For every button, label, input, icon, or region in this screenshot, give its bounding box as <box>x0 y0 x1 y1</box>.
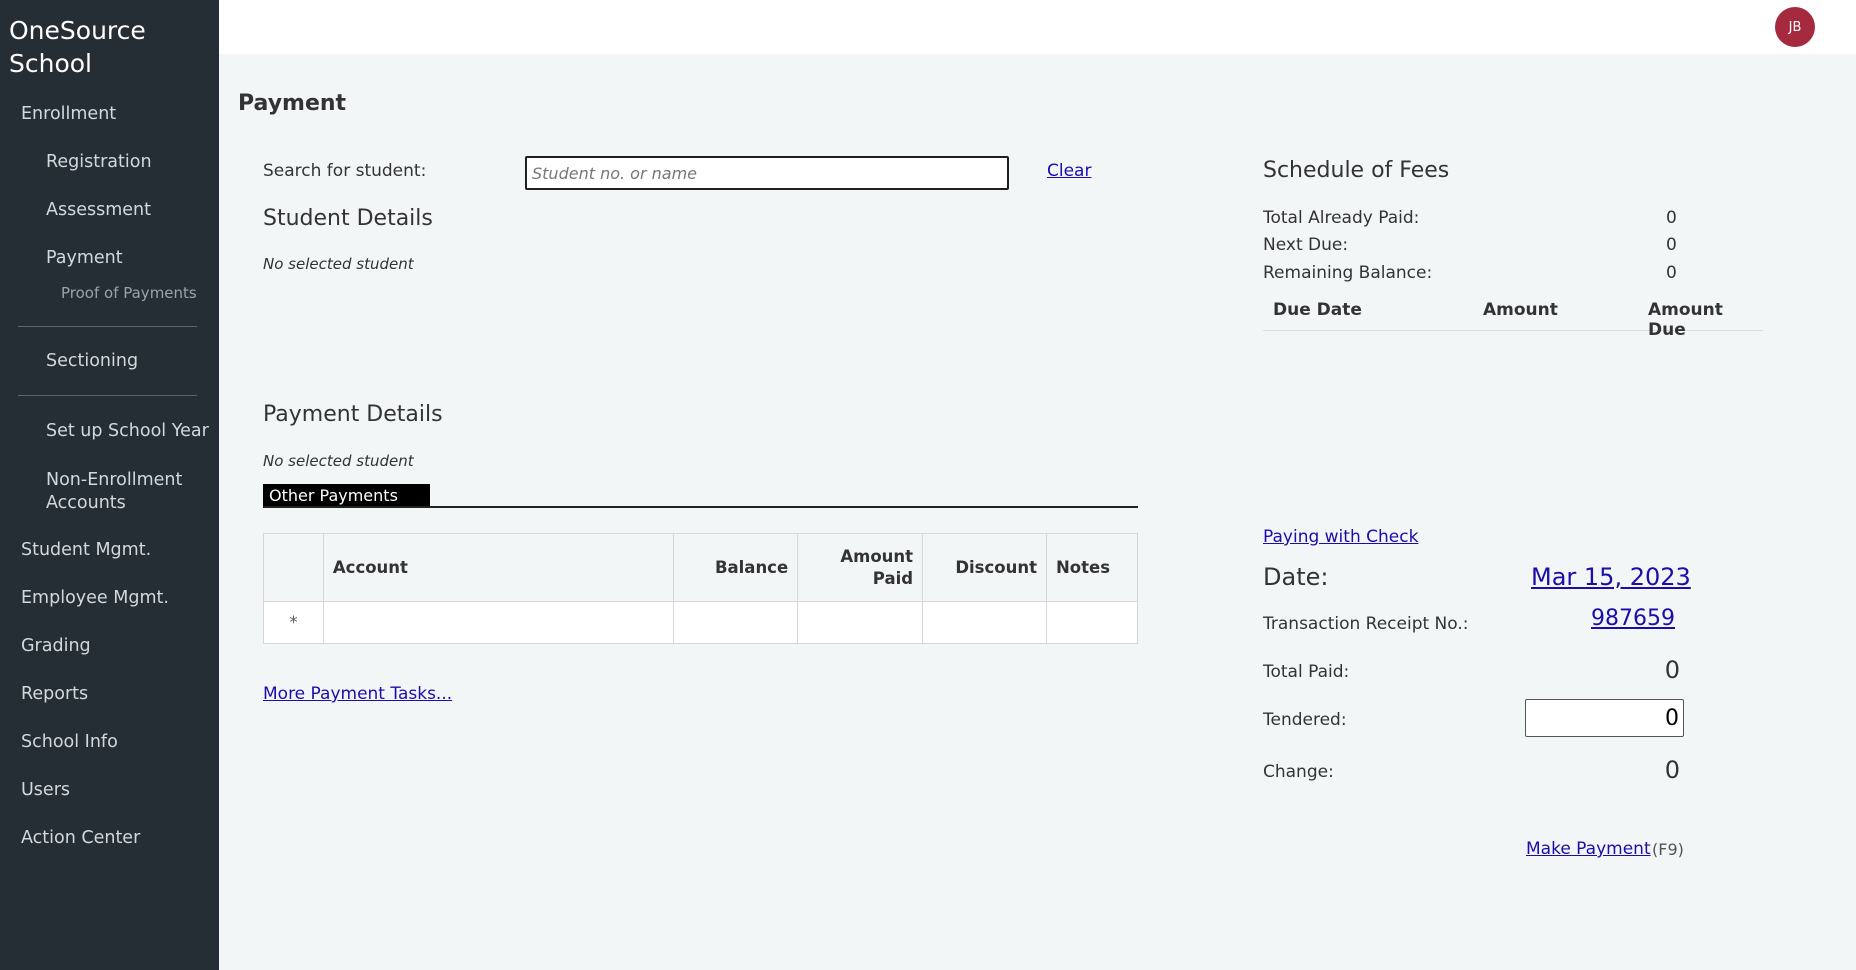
sidebar-item-school-info[interactable]: School Info <box>21 732 118 752</box>
tendered-label: Tendered: <box>1263 710 1347 730</box>
top-bar <box>219 0 1856 54</box>
sidebar: OneSource School Enrollment Registration… <box>0 0 219 970</box>
make-payment-shortcut-hint: (F9) <box>1652 840 1684 859</box>
receipt-number-label: Transaction Receipt No.: <box>1263 614 1469 634</box>
sidebar-item-proof-of-payments[interactable]: Proof of Payments <box>61 284 197 302</box>
row-selector-header <box>263 533 324 602</box>
column-header-amount-paid-label: Amount Paid <box>840 546 914 588</box>
total-already-paid-value: 0 <box>1666 208 1677 228</box>
search-label: Search for student: <box>263 161 427 181</box>
payment-details-empty-text: No selected student <box>263 452 414 470</box>
user-avatar[interactable]: JB <box>1775 7 1815 47</box>
cell-notes[interactable] <box>1046 601 1138 644</box>
column-header-discount[interactable]: Discount <box>922 533 1047 602</box>
sidebar-item-assessment[interactable]: Assessment <box>46 200 151 220</box>
payment-details-title: Payment Details <box>263 402 443 427</box>
sidebar-item-grading[interactable]: Grading <box>21 636 91 656</box>
table-row-new[interactable]: * <box>263 601 1138 644</box>
student-details-title: Student Details <box>263 206 433 231</box>
brand-logo-text[interactable]: OneSource School <box>9 14 209 80</box>
cell-balance[interactable] <box>673 601 799 644</box>
date-label: Date: <box>1263 563 1329 591</box>
sidebar-item-payment[interactable]: Payment <box>46 248 123 268</box>
column-header-amount[interactable]: Amount <box>1483 300 1558 320</box>
sidebar-divider <box>18 326 197 327</box>
other-payments-table: Account Balance Amount Paid Discount Not… <box>263 533 1138 644</box>
total-paid-label: Total Paid: <box>1263 662 1350 682</box>
sidebar-item-student-mgmt[interactable]: Student Mgmt. <box>21 540 151 560</box>
column-header-amount-due[interactable]: Amount Due <box>1648 300 1763 340</box>
sidebar-item-employee-mgmt[interactable]: Employee Mgmt. <box>21 588 169 608</box>
sidebar-item-registration[interactable]: Registration <box>46 152 152 172</box>
table-header-row: Account Balance Amount Paid Discount Not… <box>263 533 1138 602</box>
more-payment-tasks-link[interactable]: More Payment Tasks... <box>263 684 452 704</box>
column-header-account[interactable]: Account <box>322 533 675 602</box>
tab-other-payments[interactable]: Other Payments <box>263 484 430 507</box>
transaction-date-link[interactable]: Mar 15, 2023 <box>1531 563 1691 591</box>
sidebar-divider <box>18 395 197 396</box>
page-title: Payment <box>238 91 347 116</box>
new-row-marker: * <box>263 601 324 644</box>
student-details-empty-text: No selected student <box>263 255 414 273</box>
sidebar-item-non-enrollment-accounts[interactable]: Non-Enrollment Accounts <box>46 469 206 515</box>
column-header-due-date[interactable]: Due Date <box>1273 300 1362 320</box>
sidebar-item-action-center[interactable]: Action Center <box>21 828 140 848</box>
fees-table-header: Due Date Amount Amount Due <box>1263 297 1763 340</box>
cell-account[interactable] <box>322 601 675 644</box>
remaining-balance-label: Remaining Balance: <box>1263 263 1433 283</box>
student-search-input[interactable] <box>525 156 1009 190</box>
column-header-balance[interactable]: Balance <box>673 533 799 602</box>
sidebar-item-reports[interactable]: Reports <box>21 684 88 704</box>
receipt-number-link[interactable]: 987659 <box>1575 606 1675 631</box>
sidebar-item-enrollment[interactable]: Enrollment <box>21 104 116 124</box>
paying-with-check-link[interactable]: Paying with Check <box>1263 527 1418 547</box>
total-already-paid-label: Total Already Paid: <box>1263 208 1420 228</box>
schedule-of-fees-title: Schedule of Fees <box>1263 158 1450 183</box>
change-value: 0 <box>1664 756 1680 784</box>
tab-bar-underline <box>263 506 1138 508</box>
make-payment-link[interactable]: Make Payment <box>1526 839 1651 859</box>
column-header-notes[interactable]: Notes <box>1046 533 1138 602</box>
next-due-label: Next Due: <box>1263 235 1349 255</box>
cell-amount-paid[interactable] <box>797 601 924 644</box>
sidebar-item-users[interactable]: Users <box>21 780 70 800</box>
clear-search-link[interactable]: Clear <box>1047 161 1091 181</box>
next-due-value: 0 <box>1666 235 1677 255</box>
tendered-amount-input[interactable] <box>1525 699 1684 737</box>
sidebar-item-sectioning[interactable]: Sectioning <box>46 351 138 371</box>
change-label: Change: <box>1263 762 1334 782</box>
remaining-balance-value: 0 <box>1666 263 1677 283</box>
cell-discount[interactable] <box>922 601 1047 644</box>
total-paid-value: 0 <box>1664 656 1680 684</box>
sidebar-item-setup-school-year[interactable]: Set up School Year <box>46 421 209 441</box>
column-header-amount-paid[interactable]: Amount Paid <box>797 533 924 602</box>
